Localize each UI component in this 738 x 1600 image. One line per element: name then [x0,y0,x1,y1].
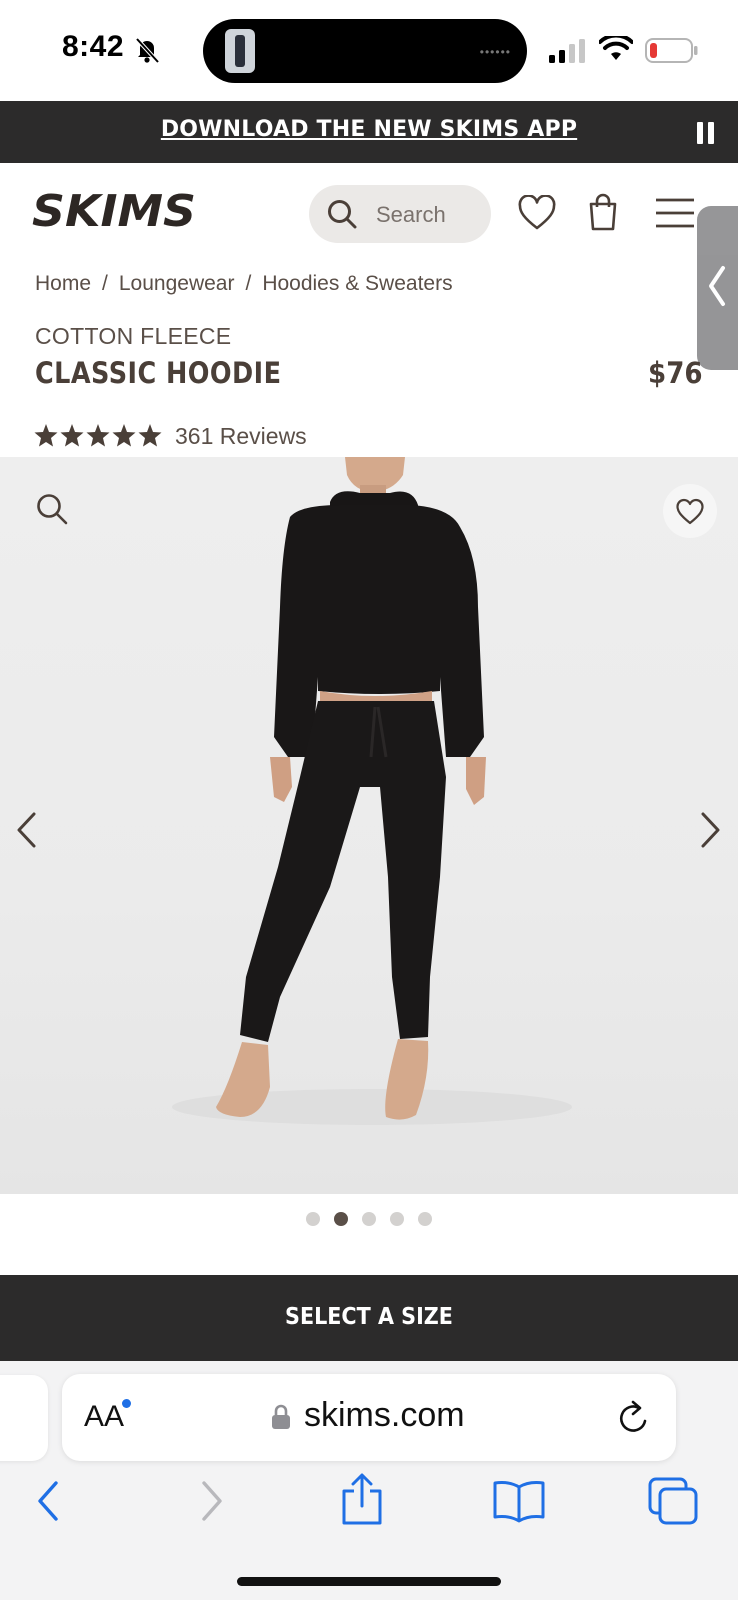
zoom-search-icon[interactable] [36,493,68,525]
breadcrumb-separator: / [245,272,252,295]
next-image-arrow-icon[interactable] [697,810,723,850]
app-download-link[interactable]: DOWNLOAD THE NEW SKIMS APP [0,117,738,142]
reload-icon[interactable] [618,1399,652,1435]
carousel-dot[interactable] [306,1212,320,1226]
select-size-label: SELECT A SIZE [285,1304,453,1330]
forward-arrow-icon[interactable] [196,1479,226,1523]
carousel-dot[interactable] [362,1212,376,1226]
tabs-overview-icon[interactable] [648,1477,698,1525]
product-subtitle: COTTON FLEECE [35,323,232,349]
star-icon [138,424,162,447]
star-icon [60,424,84,447]
breadcrumb: Home / Loungewear / Hoodies & Sweaters [35,272,453,296]
model-photo [172,457,572,1125]
extension-badge [122,1399,131,1408]
share-icon[interactable] [340,1473,384,1525]
reviews-link[interactable]: 361 Reviews [175,423,307,450]
breadcrumb-separator: / [102,272,108,295]
hamburger-menu-icon[interactable] [655,196,695,230]
breadcrumb-hoodies-sweaters[interactable]: Hoodies & Sweaters [262,272,452,295]
dynamic-island[interactable]: •••••• [203,19,527,83]
search-icon [328,200,357,229]
product-image[interactable] [0,457,738,1194]
chevron-left-icon [709,266,725,306]
search-placeholder: Search [376,202,446,227]
previous-image-arrow-icon[interactable] [14,810,40,850]
star-rating[interactable] [34,423,162,449]
now-playing-thumbnail [225,29,255,73]
carousel-dot-active[interactable] [334,1212,348,1226]
bell-slash-icon [135,37,160,64]
status-bar: 8:42 •••••• [0,0,738,100]
heart-icon [676,498,704,525]
star-icon [112,424,136,447]
product-price: $76 [648,356,703,390]
product-title: CLASSIC HOODIE [35,356,282,390]
bookmarks-book-icon[interactable] [492,1479,546,1523]
reader-settings-button[interactable]: AA [84,1400,124,1434]
wishlist-heart-icon[interactable] [518,195,556,231]
app-download-banner[interactable]: DOWNLOAD THE NEW SKIMS APP [0,101,738,163]
shopping-bag-icon[interactable] [588,193,618,231]
signal-icon [549,39,585,63]
battery-low-icon [645,38,698,63]
side-panel-tab[interactable] [697,206,738,370]
pause-icon[interactable] [696,121,716,145]
back-arrow-icon[interactable] [34,1479,64,1523]
lock-icon [272,1404,290,1429]
island-activity-icon: •••••• [479,45,511,59]
breadcrumb-home[interactable]: Home [35,272,91,295]
previous-tab-card[interactable] [0,1375,48,1461]
carousel-dot[interactable] [390,1212,404,1226]
svg-text:SKIMS: SKIMS [32,186,196,234]
skims-logo[interactable]: SKIMS [32,186,198,234]
search-input[interactable]: Search [309,185,491,243]
select-size-button[interactable]: SELECT A SIZE [0,1275,738,1361]
star-icon [34,424,58,447]
wifi-icon [599,36,633,60]
carousel-dots [306,1212,434,1226]
breadcrumb-loungewear[interactable]: Loungewear [119,272,235,295]
carousel-dot[interactable] [418,1212,432,1226]
star-icon [86,424,110,447]
add-to-wishlist-button[interactable] [663,484,717,538]
status-time: 8:42 [62,30,125,63]
url-text[interactable]: skims.com [304,1396,465,1435]
home-indicator[interactable] [237,1577,501,1586]
